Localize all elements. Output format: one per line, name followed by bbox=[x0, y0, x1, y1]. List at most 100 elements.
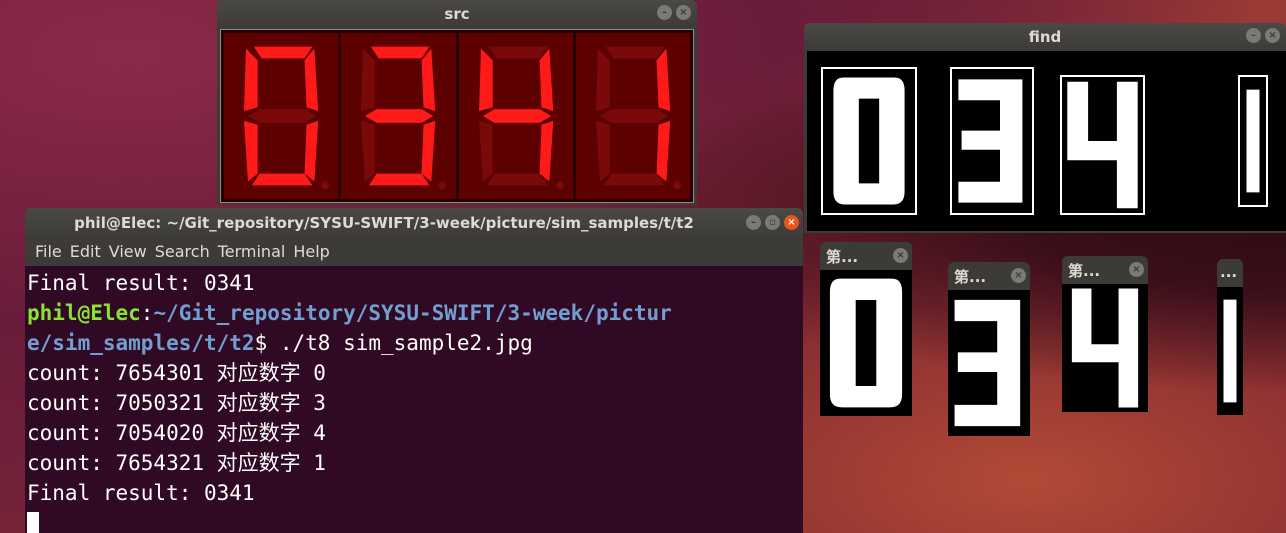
menu-view[interactable]: View bbox=[105, 238, 151, 266]
prompt-path-cont: e/sim_samples/t/t2 bbox=[27, 331, 255, 355]
terminal-window-controls: – ▫ × bbox=[746, 215, 799, 230]
binary-digit-shape bbox=[829, 278, 903, 408]
binary-digit-shape bbox=[833, 77, 905, 205]
menu-terminal[interactable]: Terminal bbox=[214, 238, 290, 266]
segment-a bbox=[253, 46, 313, 59]
minimize-icon[interactable]: – bbox=[1246, 28, 1261, 43]
binary-digit-shape bbox=[958, 79, 1023, 203]
segment-e bbox=[595, 120, 610, 182]
src-title: src bbox=[217, 0, 697, 28]
command: $ ./t8 sim_sample2.jpg bbox=[254, 331, 533, 355]
prompt-line-wrap: e/sim_samples/t/t2$ ./t8 sim_sample2.jpg bbox=[27, 328, 803, 358]
src-window[interactable]: src – × bbox=[217, 0, 697, 205]
output-line: Final result: 0341 bbox=[27, 481, 255, 505]
terminal-window[interactable]: phil@Elec: ~/Git_repository/SYSU-SWIFT/3… bbox=[25, 208, 803, 533]
segment-c bbox=[421, 120, 436, 182]
find-window[interactable]: find – × bbox=[804, 23, 1286, 233]
output-line: count: 7654321 对应数字 1 bbox=[27, 451, 326, 475]
segment-d bbox=[486, 173, 547, 186]
segment-d bbox=[603, 173, 665, 186]
digit-window-2[interactable]: 第... × bbox=[948, 262, 1030, 436]
decimal-point bbox=[672, 181, 681, 190]
digit-window-1[interactable]: 第... × bbox=[820, 242, 912, 416]
segment-f bbox=[478, 48, 493, 112]
segment-d bbox=[251, 173, 313, 186]
segment-e bbox=[244, 120, 258, 182]
bounding-box-4 bbox=[1060, 75, 1145, 215]
seven-segment-digit-1 bbox=[575, 33, 690, 199]
segment-b bbox=[421, 48, 436, 112]
maximize-icon[interactable]: ▫ bbox=[765, 215, 780, 230]
digit-image-3 bbox=[948, 290, 1030, 436]
output-line: Final result: 0341 bbox=[27, 271, 255, 295]
prompt-path: ~/Git_repository/SYSU-SWIFT/3-week/pictu… bbox=[153, 301, 672, 325]
digit-window-3[interactable]: 第... × bbox=[1062, 256, 1148, 412]
digit-image-4 bbox=[1062, 284, 1148, 412]
menu-edit[interactable]: Edit bbox=[66, 238, 105, 266]
close-icon[interactable]: × bbox=[1265, 28, 1280, 43]
digit-image-0 bbox=[820, 270, 912, 416]
segment-g bbox=[365, 109, 434, 123]
segment-g bbox=[599, 109, 669, 123]
src-window-controls: – × bbox=[657, 5, 691, 20]
find-title: find bbox=[804, 23, 1286, 51]
output-line: count: 7654301 对应数字 0 bbox=[27, 361, 326, 385]
find-window-controls: – × bbox=[1246, 28, 1280, 43]
segment-b bbox=[656, 48, 670, 112]
output-line: count: 7054020 对应数字 4 bbox=[27, 421, 326, 445]
menu-file[interactable]: File bbox=[31, 238, 66, 266]
binary-digit-shape bbox=[1223, 299, 1237, 403]
decimal-point bbox=[555, 181, 564, 190]
bounding-box-0 bbox=[821, 67, 917, 215]
prompt-line: phil@Elec:~/Git_repository/SYSU-SWIFT/3-… bbox=[27, 298, 803, 328]
digit-image-1 bbox=[1217, 287, 1243, 415]
close-icon[interactable]: × bbox=[893, 248, 908, 263]
segment-f bbox=[361, 48, 375, 112]
segment-c bbox=[304, 120, 319, 182]
seven-segment-digit-4 bbox=[458, 33, 573, 199]
minimize-icon[interactable]: – bbox=[657, 5, 672, 20]
output-line: count: 7050321 对应数字 3 bbox=[27, 391, 326, 415]
segment-g bbox=[482, 109, 551, 123]
binary-digit-shape bbox=[1067, 81, 1138, 209]
find-image bbox=[807, 51, 1286, 231]
close-icon[interactable]: × bbox=[1129, 262, 1144, 277]
terminal-menubar: File Edit View Search Terminal Help bbox=[25, 238, 803, 266]
src-image bbox=[220, 29, 694, 203]
segment-b bbox=[539, 48, 553, 112]
segment-f bbox=[595, 48, 610, 112]
segment-a bbox=[488, 46, 547, 59]
menu-help[interactable]: Help bbox=[289, 238, 333, 266]
segment-f bbox=[244, 48, 258, 112]
segment-e bbox=[478, 120, 493, 182]
binary-digit-shape bbox=[954, 299, 1021, 427]
segment-a bbox=[605, 46, 665, 59]
digit-window-title: ... bbox=[1220, 263, 1238, 281]
decimal-point bbox=[321, 181, 329, 190]
digit-window-title: 第... bbox=[1068, 262, 1101, 280]
text-cursor bbox=[27, 512, 39, 533]
prompt-user: phil@Elec bbox=[27, 301, 141, 325]
digit-window-4[interactable]: ... bbox=[1217, 259, 1243, 415]
digit-window-title: 第... bbox=[954, 268, 987, 286]
digit-window-title: 第... bbox=[826, 248, 859, 266]
menu-search[interactable]: Search bbox=[151, 238, 214, 266]
segment-c bbox=[539, 120, 553, 182]
minimize-icon[interactable]: – bbox=[746, 215, 761, 230]
close-icon[interactable]: × bbox=[676, 5, 691, 20]
binary-digit-shape bbox=[1246, 89, 1260, 193]
binary-digit-shape bbox=[1071, 288, 1139, 408]
terminal-title: phil@Elec: ~/Git_repository/SYSU-SWIFT/3… bbox=[25, 208, 803, 238]
segment-a bbox=[371, 46, 430, 59]
prompt-separator: : bbox=[140, 301, 154, 325]
segment-c bbox=[656, 120, 670, 182]
segment-d bbox=[369, 173, 430, 186]
segment-g bbox=[247, 109, 317, 123]
decimal-point bbox=[438, 181, 447, 190]
seven-segment-digit-3 bbox=[341, 33, 456, 199]
seven-segment-digit-0 bbox=[224, 33, 339, 199]
close-icon[interactable]: × bbox=[1011, 268, 1026, 283]
terminal-output[interactable]: Final result: 0341 phil@Elec:~/Git_reposi… bbox=[27, 268, 803, 533]
bounding-box-3 bbox=[950, 67, 1034, 215]
close-icon[interactable]: × bbox=[784, 215, 799, 230]
